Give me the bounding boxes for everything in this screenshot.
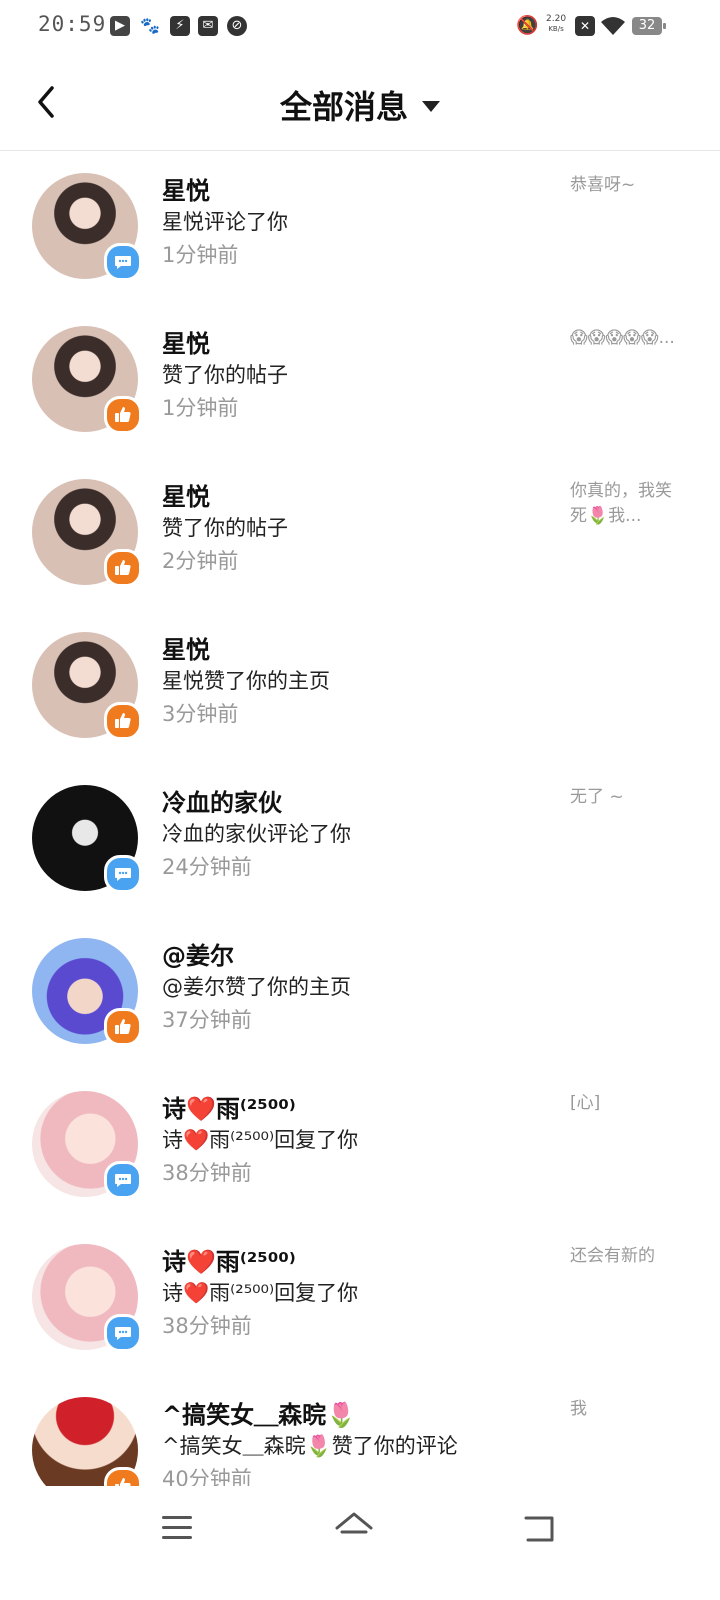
message-list[interactable]: 星悦 星悦评论了你 1分钟前 恭喜呀~ 星悦 赞了你的帖子 1分钟前 😱😱😱😱😱… <box>0 151 720 1486</box>
comment-badge-icon <box>104 1161 142 1199</box>
sender-name: 星悦 <box>162 177 210 205</box>
message-time: 38分钟前 <box>162 1314 252 1338</box>
message-item[interactable]: 星悦 星悦赞了你的主页 3分钟前 <box>0 610 720 763</box>
home-icon[interactable] <box>329 1508 379 1548</box>
message-preview: 你真的，我笑死🌷我... <box>570 481 672 526</box>
message-action: 诗❤️雨⁽²⁵⁰⁰⁾回复了你 <box>162 1281 359 1305</box>
menu-icon[interactable] <box>152 1508 202 1548</box>
sender-name: 星悦 <box>162 483 210 511</box>
baidu-paw-icon: 🐾 <box>140 16 160 36</box>
mail-icon: ✉ <box>198 16 218 36</box>
message-preview: 还会有新的 <box>570 1246 655 1266</box>
message-item[interactable]: 星悦 赞了你的帖子 2分钟前 你真的，我笑死🌷我... <box>0 457 720 610</box>
message-preview: 无了 ~ <box>570 787 624 807</box>
sender-name: 星悦 <box>162 330 210 358</box>
message-time: 1分钟前 <box>162 243 239 267</box>
message-time: 1分钟前 <box>162 396 239 420</box>
comment-badge-icon <box>104 855 142 893</box>
message-action: 星悦评论了你 <box>162 210 288 234</box>
message-action: 赞了你的帖子 <box>162 363 288 387</box>
message-item[interactable]: ^搞笑女＿森晥🌷 ^搞笑女＿森晥🌷赞了你的评论 40分钟前 我 <box>0 1375 720 1486</box>
message-preview: 恭喜呀~ <box>570 175 636 195</box>
message-filter-dropdown[interactable]: 全部消息 <box>0 82 720 128</box>
page-title: 全部消息 <box>279 88 408 126</box>
like-badge-icon <box>104 396 142 434</box>
like-badge-icon <box>104 702 142 740</box>
sender-name: 冷血的家伙 <box>162 789 282 817</box>
sender-name: 诗❤️雨⁽²⁵⁰⁰⁾ <box>162 1095 296 1123</box>
message-item[interactable]: 冷血的家伙 冷血的家伙评论了你 24分钟前 无了 ~ <box>0 763 720 916</box>
message-item[interactable]: @姜尔 @姜尔赞了你的主页 37分钟前 <box>0 916 720 1069</box>
message-item[interactable]: 星悦 星悦评论了你 1分钟前 恭喜呀~ <box>0 151 720 304</box>
message-preview: 我 <box>570 1399 587 1419</box>
message-time: 38分钟前 <box>162 1161 252 1185</box>
silent-bell-icon: 🔕 <box>516 15 539 36</box>
message-time: 40分钟前 <box>162 1467 252 1486</box>
message-time: 37分钟前 <box>162 1008 252 1032</box>
sender-name: ^搞笑女＿森晥🌷 <box>162 1401 356 1429</box>
back-nav-icon[interactable] <box>514 1508 564 1548</box>
message-item[interactable]: 诗❤️雨⁽²⁵⁰⁰⁾ 诗❤️雨⁽²⁵⁰⁰⁾回复了你 38分钟前 [心] <box>0 1069 720 1222</box>
message-preview: 😱😱😱😱😱... <box>570 328 675 348</box>
message-action: ^搞笑女＿森晥🌷赞了你的评论 <box>162 1434 458 1458</box>
message-action: 星悦赞了你的主页 <box>162 669 330 693</box>
comment-badge-icon <box>104 243 142 281</box>
message-time: 24分钟前 <box>162 855 252 879</box>
message-preview: [心] <box>570 1093 601 1113</box>
status-time: 20:59 <box>38 12 107 36</box>
message-action: 诗❤️雨⁽²⁵⁰⁰⁾回复了你 <box>162 1128 359 1152</box>
chevron-down-icon <box>422 100 440 112</box>
header: 全部消息 <box>0 56 720 151</box>
wifi-icon <box>601 17 625 35</box>
net-speed-value: 2.20 <box>546 14 567 24</box>
media-play-icon: ▶ <box>110 16 130 36</box>
message-item[interactable]: 诗❤️雨⁽²⁵⁰⁰⁾ 诗❤️雨⁽²⁵⁰⁰⁾回复了你 38分钟前 还会有新的 <box>0 1222 720 1375</box>
battery-indicator: 32 <box>632 17 666 35</box>
sender-name: 诗❤️雨⁽²⁵⁰⁰⁾ <box>162 1248 296 1276</box>
net-speed: 2.20 KB/s <box>546 14 566 34</box>
system-nav-bar <box>0 1486 720 1600</box>
message-time: 2分钟前 <box>162 549 239 573</box>
sim-x-icon: ✕ <box>575 16 595 36</box>
like-badge-icon <box>104 1008 142 1046</box>
net-speed-unit: KB/s <box>548 25 564 33</box>
message-action: 冷血的家伙评论了你 <box>162 822 351 846</box>
message-action: @姜尔赞了你的主页 <box>162 975 351 999</box>
flash-app-icon: ⚡ <box>170 16 190 36</box>
like-badge-icon <box>104 1467 142 1486</box>
comment-badge-icon <box>104 1314 142 1352</box>
status-bar: 20:59 ▶ 🐾 ⚡ ✉ ⊘ 🔕 2.20 KB/s ✕ 32 <box>0 0 720 56</box>
link-app-icon: ⊘ <box>227 16 247 36</box>
message-time: 3分钟前 <box>162 702 239 726</box>
like-badge-icon <box>104 549 142 587</box>
message-action: 赞了你的帖子 <box>162 516 288 540</box>
message-item[interactable]: 星悦 赞了你的帖子 1分钟前 😱😱😱😱😱... <box>0 304 720 457</box>
sender-name: 星悦 <box>162 636 210 664</box>
sender-name: @姜尔 <box>162 942 234 970</box>
